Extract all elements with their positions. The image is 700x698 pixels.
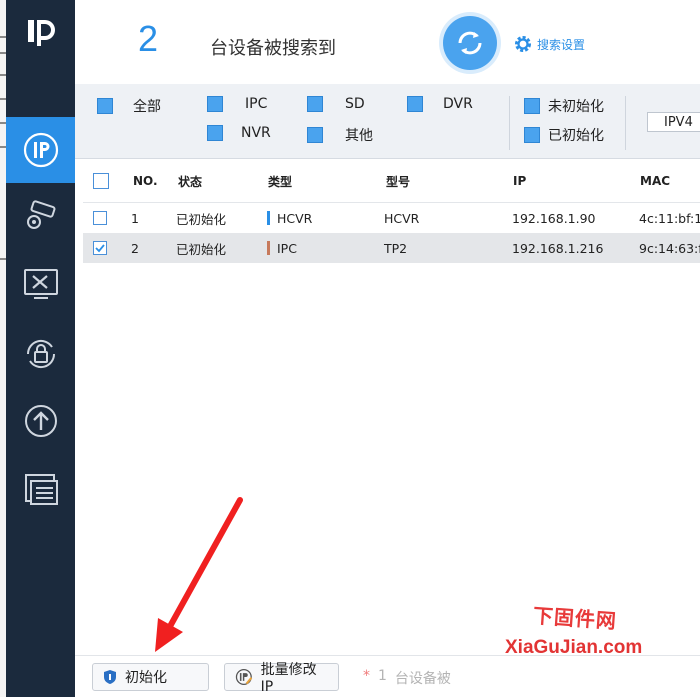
- nav-system-tools[interactable]: [6, 251, 75, 317]
- row-type: HCVR: [277, 210, 313, 226]
- row-status: 已初始化: [176, 241, 227, 257]
- row-checkbox[interactable]: [93, 211, 107, 225]
- upload-icon: [24, 405, 57, 437]
- status-hint: * 1 台设备被: [363, 668, 451, 688]
- column-header-model[interactable]: 型号: [386, 160, 410, 202]
- column-header-mac[interactable]: MAC: [640, 160, 670, 202]
- filter-uninitialized-label: 未初始化: [548, 99, 604, 115]
- filter-sd[interactable]: SD: [307, 96, 365, 112]
- top-bar: 2 台设备被搜索到 搜索设置: [75, 0, 700, 84]
- filter-initialized[interactable]: 已初始化: [524, 125, 604, 145]
- column-header-ip[interactable]: IP: [513, 160, 526, 202]
- filter-all-checkbox[interactable]: [97, 98, 113, 114]
- search-settings-link[interactable]: 搜索设置: [513, 34, 585, 54]
- row-model: TP2: [384, 240, 408, 256]
- ip-version-select[interactable]: IPV4: [647, 112, 700, 132]
- select-all-checkbox[interactable]: [93, 173, 109, 189]
- column-header-no[interactable]: NO.: [133, 160, 158, 202]
- refresh-search-button[interactable]: [443, 16, 497, 70]
- batch-modify-ip-button[interactable]: 批量修改IP: [224, 662, 339, 695]
- filter-nvr-label: NVR: [241, 125, 271, 141]
- sidebar: [6, 0, 75, 697]
- filter-uninitialized[interactable]: 未初始化: [524, 96, 604, 116]
- watermark-title: 下固件网: [532, 603, 618, 634]
- app-logo: [28, 20, 55, 46]
- device-table: NO. 状态 类型 型号 IP MAC 1 已初始化 HCVR HCVR 192…: [83, 160, 700, 263]
- row-ip: 192.168.1.90: [512, 210, 596, 226]
- row-checkbox[interactable]: [93, 241, 107, 255]
- camera-gear-icon: [26, 200, 55, 229]
- filter-divider: [625, 96, 626, 150]
- filter-other[interactable]: 其他: [307, 125, 373, 145]
- device-count-label: 台设备被搜索到: [210, 38, 336, 59]
- device-count: 2: [138, 18, 159, 59]
- type-color-marker: [267, 211, 270, 225]
- row-select-cell: [93, 233, 107, 263]
- row-mac: 9c:14:63:f3: [639, 240, 700, 256]
- hint-text: 台设备被: [394, 671, 451, 687]
- filter-dvr-checkbox[interactable]: [407, 96, 423, 112]
- document-list-icon: [24, 474, 58, 505]
- select-all-cell: [93, 160, 109, 202]
- initialize-button[interactable]: 初始化: [92, 663, 209, 691]
- row-select-cell: [93, 203, 107, 233]
- row-type: IPC: [277, 240, 297, 256]
- row-no: 2: [131, 240, 139, 256]
- filter-dvr[interactable]: DVR: [407, 96, 473, 112]
- filter-all-label: 全部: [133, 99, 161, 115]
- table-row[interactable]: 2 已初始化 IPC TP2 192.168.1.216 9c:14:63:f3: [83, 233, 700, 263]
- filter-dvr-label: DVR: [443, 96, 473, 112]
- initialize-button-label: 初始化: [125, 670, 167, 686]
- search-settings-label: 搜索设置: [537, 37, 586, 52]
- table-row[interactable]: 1 已初始化 HCVR HCVR 192.168.1.90 4c:11:bf:1…: [83, 203, 700, 233]
- row-no: 1: [131, 210, 139, 226]
- filter-ipc[interactable]: IPC: [207, 96, 267, 112]
- row-type-cell: HCVR: [267, 203, 312, 233]
- ip-edit-icon: [235, 668, 253, 686]
- filter-initialized-label: 已初始化: [548, 128, 604, 144]
- refresh-icon: [458, 31, 482, 55]
- gear-icon: [515, 36, 531, 52]
- filter-nvr[interactable]: NVR: [207, 125, 271, 141]
- row-ip: 192.168.1.216: [512, 240, 604, 256]
- filter-sd-checkbox[interactable]: [307, 96, 323, 112]
- nav-upgrade[interactable]: [6, 388, 75, 454]
- ip-icon: [23, 132, 58, 168]
- nav-password-reset[interactable]: [6, 321, 75, 387]
- filter-nvr-checkbox[interactable]: [207, 125, 223, 141]
- filter-ipc-label: IPC: [245, 96, 268, 112]
- row-mac: 4c:11:bf:1d:: [639, 210, 700, 226]
- filter-all[interactable]: 全部: [97, 96, 161, 116]
- tools-icon: [23, 269, 58, 299]
- nav-ip-config[interactable]: [6, 117, 75, 183]
- filter-ipc-checkbox[interactable]: [207, 96, 223, 112]
- filter-sd-label: SD: [345, 96, 365, 112]
- filter-uninitialized-checkbox[interactable]: [524, 98, 540, 114]
- column-header-status[interactable]: 状态: [178, 160, 202, 202]
- lock-refresh-icon: [26, 339, 55, 369]
- hint-star: *: [363, 668, 370, 684]
- row-status: 已初始化: [176, 211, 227, 227]
- filter-other-label: 其他: [345, 128, 373, 144]
- batch-modify-ip-label: 批量修改IP: [260, 662, 317, 695]
- bottom-action-bar: 初始化 批量修改IP * 1 台设备被: [75, 655, 700, 698]
- shield-icon: [104, 670, 116, 684]
- type-color-marker: [267, 241, 270, 255]
- row-type-cell: IPC: [267, 233, 297, 263]
- hint-number: 1: [378, 668, 387, 684]
- checkmark-icon: [95, 244, 105, 253]
- device-type-filters: 全部 IPC SD DVR NVR 其他 未初始化 已初始化 IPV4: [75, 84, 700, 159]
- column-header-type[interactable]: 类型: [268, 160, 292, 202]
- filter-other-checkbox[interactable]: [307, 127, 323, 143]
- row-model: HCVR: [384, 210, 420, 226]
- filter-initialized-checkbox[interactable]: [524, 127, 540, 143]
- nav-camera-settings[interactable]: [6, 183, 75, 249]
- watermark-url: XiaGuJian.com: [505, 637, 643, 658]
- filter-divider: [509, 96, 510, 150]
- table-header: NO. 状态 类型 型号 IP MAC: [83, 160, 700, 203]
- nav-document-tools[interactable]: [6, 456, 75, 522]
- watermark: 下固件网 XiaGuJian.com: [505, 603, 665, 659]
